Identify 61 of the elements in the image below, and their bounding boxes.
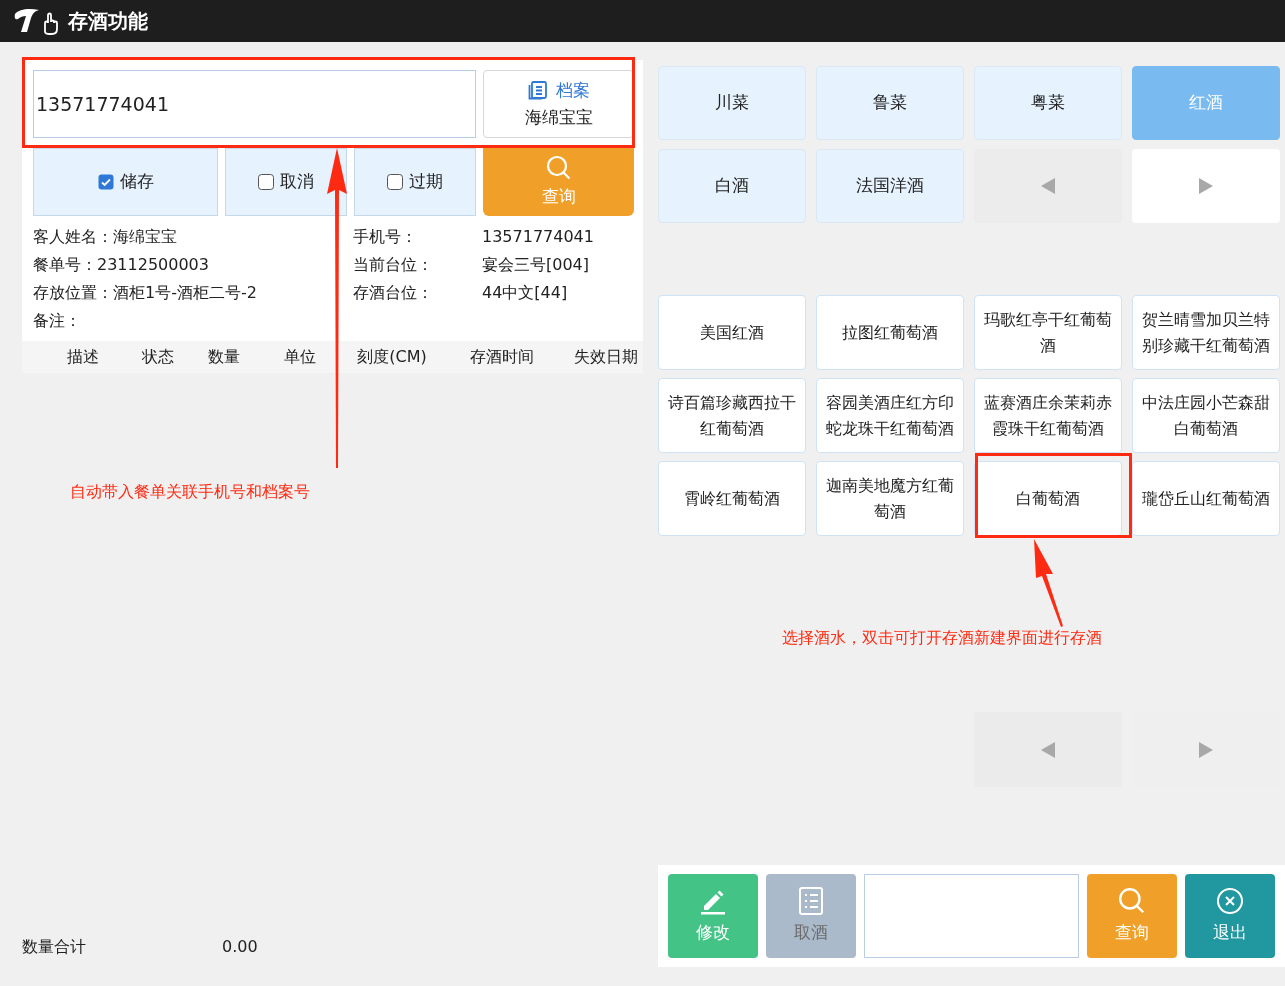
guest-name: 海绵宝宝 <box>524 106 593 129</box>
column-header: 描述 <box>66 346 100 368</box>
right-triangle-icon <box>1198 740 1214 759</box>
filter-option[interactable]: 储存 <box>33 148 218 216</box>
column-header: 状态 <box>141 346 175 368</box>
next-page-button[interactable] <box>1132 149 1280 223</box>
total-label: 数量合计 <box>22 936 87 958</box>
column-header: 数量 <box>207 346 241 368</box>
category-tab[interactable]: 法国洋酒 <box>816 149 964 223</box>
wine-item[interactable]: 贺兰晴雪加贝兰特别珍藏干红葡萄酒 <box>1132 295 1280 370</box>
category-tab[interactable]: 粤菜 <box>974 66 1122 140</box>
wine-item[interactable]: 迦南美地魔方红葡萄酒 <box>816 461 964 536</box>
wine-item[interactable]: 白葡萄酒 <box>974 461 1122 536</box>
info-label: 当前台位： <box>353 254 434 276</box>
toolbar-button[interactable]: 退出 <box>1185 874 1275 958</box>
info-label: 存酒台位： <box>353 282 434 304</box>
logo-icon <box>12 6 60 36</box>
archive-button[interactable]: 档案 海绵宝宝 <box>483 70 634 138</box>
wine-item[interactable]: 蓝赛酒庄余茉莉赤霞珠干红葡萄酒 <box>974 378 1122 453</box>
wine-item[interactable]: 瓏岱丘山红葡萄酒 <box>1132 461 1280 536</box>
category-tab[interactable]: 鲁菜 <box>816 66 964 140</box>
wine-item[interactable]: 容园美酒庄红方印蛇龙珠干红葡萄酒 <box>816 378 964 453</box>
filter-option[interactable]: 过期 <box>354 148 476 216</box>
checkbox[interactable] <box>387 174 403 190</box>
annotation-text: 自动带入餐单关联手机号和档案号 <box>70 481 310 503</box>
left-triangle-icon <box>1040 740 1056 759</box>
document-icon <box>527 80 548 101</box>
wine-item[interactable]: 中法庄园小芒森甜白葡萄酒 <box>1132 378 1280 453</box>
filter-option[interactable]: 取消 <box>225 148 347 216</box>
info-label: 手机号： <box>353 226 418 248</box>
phone-field[interactable]: 13571774041 <box>33 70 476 138</box>
total-value: 0.00 <box>222 936 258 958</box>
checkbox[interactable] <box>258 174 274 190</box>
info-value: 13571774041 <box>482 226 595 248</box>
checkbox[interactable] <box>97 174 114 190</box>
close-icon <box>1215 886 1246 917</box>
info-text: 餐单号：23112500003 <box>33 254 210 276</box>
annotation-text: 选择酒水，双击可打开存酒新建界面进行存酒 <box>782 627 1102 649</box>
category-tab[interactable]: 川菜 <box>658 66 806 140</box>
column-header: 刻度(CM) <box>356 346 428 368</box>
info-text: 备注： <box>33 310 82 332</box>
wine-item[interactable]: 诗百篇珍藏西拉干红葡萄酒 <box>658 378 806 453</box>
window-title: 存酒功能 <box>68 8 148 35</box>
info-text: 存放位置：酒柜1号-酒柜二号-2 <box>33 282 258 304</box>
right-triangle-icon <box>1198 177 1214 195</box>
wine-item[interactable]: 拉图红葡萄酒 <box>816 295 964 370</box>
left-triangle-icon <box>1040 177 1056 195</box>
archive-label: 档案 <box>555 78 590 102</box>
info-text: 客人姓名：海绵宝宝 <box>33 226 178 248</box>
list-icon <box>796 886 825 917</box>
previous-page-button[interactable] <box>974 712 1122 787</box>
column-header: 失效日期 <box>572 346 639 368</box>
wine-item[interactable]: 霄岭红葡萄酒 <box>658 461 806 536</box>
column-header: 存酒时间 <box>469 346 535 368</box>
wine-item[interactable]: 玛歌红亭干红葡萄酒 <box>974 295 1122 370</box>
wine-item[interactable]: 美国红酒 <box>658 295 806 370</box>
text-field[interactable] <box>863 874 1080 958</box>
info-value: 44中文[44] <box>482 282 569 304</box>
category-tab[interactable]: 白酒 <box>658 149 806 223</box>
info-value: 宴会三号[004] <box>482 254 591 276</box>
column-header: 单位 <box>283 346 317 368</box>
